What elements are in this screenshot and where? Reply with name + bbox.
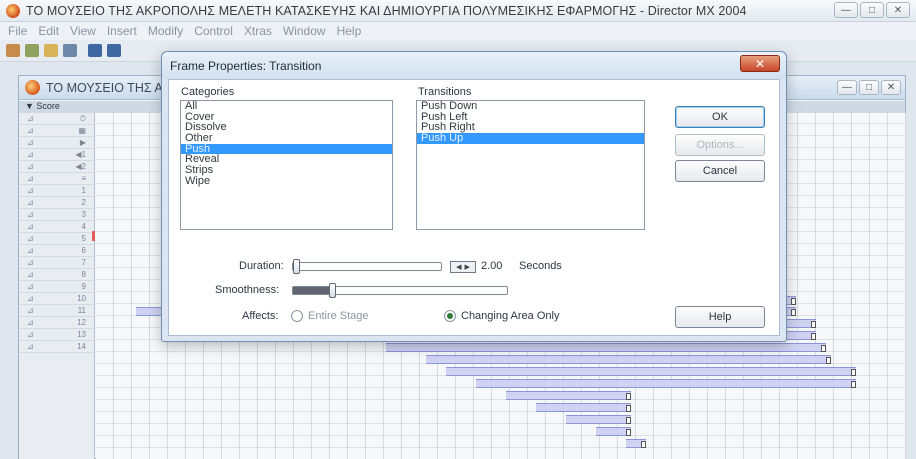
duration-slider[interactable]: [292, 259, 442, 274]
transitions-list[interactable]: Push Down Push Left Push Right Push Up: [416, 100, 645, 230]
score-maximize-button[interactable]: □: [859, 80, 879, 95]
smoothness-slider-fill: [293, 287, 332, 294]
smoothness-slider[interactable]: [292, 283, 508, 298]
menu-help[interactable]: Help: [337, 24, 362, 38]
close-button[interactable]: ✕: [886, 2, 910, 18]
category-item[interactable]: Strips: [181, 165, 392, 176]
menu-modify[interactable]: Modify: [148, 24, 183, 38]
menu-insert[interactable]: Insert: [107, 24, 137, 38]
score-channel[interactable]: ⊿ 10: [19, 293, 94, 305]
sprite-span[interactable]: [386, 343, 826, 352]
movie-icon: [25, 80, 40, 95]
playhead[interactable]: [92, 231, 95, 241]
transition-item[interactable]: Push Up: [417, 133, 644, 144]
new-movie-icon[interactable]: [6, 44, 20, 57]
help-button[interactable]: Help: [675, 306, 765, 328]
score-window-controls: — □ ✕: [837, 80, 901, 95]
director-app: ΤΟ ΜΟΥΣΕΙΟ ΤΗΣ ΑΚΡΟΠΟΛΗΣ ΜΕΛΕΤΗ ΚΑΤΑΣΚΕΥ…: [0, 0, 916, 459]
score-channel[interactable]: ⊿ 9: [19, 281, 94, 293]
save-icon[interactable]: [88, 44, 102, 57]
sprite-span[interactable]: [536, 403, 631, 412]
smoothness-slider-thumb[interactable]: [329, 283, 336, 298]
score-channel[interactable]: ⊿ ▶: [19, 137, 94, 149]
sprite-span[interactable]: [426, 355, 831, 364]
duration-value: 2.00: [481, 260, 503, 272]
entire-stage-radio[interactable]: [291, 310, 303, 322]
sprite-span[interactable]: [476, 379, 856, 388]
score-title: ΤΟ ΜΟΥΣΕΙΟ ΤΗΣ Α: [46, 80, 163, 95]
sprite-span[interactable]: [506, 391, 631, 400]
minimize-button[interactable]: —: [834, 2, 858, 18]
window-controls: — □ ✕: [834, 2, 910, 18]
score-channel[interactable]: ⊿ 8: [19, 269, 94, 281]
frame-properties-dialog: Frame Properties: Transition ✕ Categorie…: [161, 51, 787, 342]
new-cast-icon[interactable]: [25, 44, 39, 57]
score-minimize-button[interactable]: —: [837, 80, 857, 95]
duration-label: Duration:: [239, 260, 284, 272]
score-channel[interactable]: ⊿ ◀2: [19, 161, 94, 173]
score-channel[interactable]: ⊿ 14: [19, 341, 94, 353]
open-icon[interactable]: [44, 44, 58, 57]
cancel-button[interactable]: Cancel: [675, 160, 765, 182]
duration-slider-thumb[interactable]: [293, 259, 300, 274]
duration-stepper[interactable]: ◀ ▶: [450, 261, 476, 273]
app-title: ΤΟ ΜΟΥΣΕΙΟ ΤΗΣ ΑΚΡΟΠΟΛΗΣ ΜΕΛΕΤΗ ΚΑΤΑΣΚΕΥ…: [26, 3, 747, 18]
dialog-body: Categories All Cover Dissolve Other Push Reve…: [168, 79, 780, 336]
score-channel[interactable]: ⊿ 7: [19, 257, 94, 269]
ok-button[interactable]: OK: [675, 106, 765, 128]
sprite-span[interactable]: [446, 367, 856, 376]
menu-edit[interactable]: Edit: [38, 24, 59, 38]
changing-area-only-radio[interactable]: [444, 310, 456, 322]
category-item[interactable]: Wipe: [181, 175, 392, 187]
import-icon[interactable]: [63, 44, 77, 57]
score-channel[interactable]: ⊿ ≡: [19, 173, 94, 185]
dialog-title: Frame Properties: Transition: [162, 52, 786, 79]
menu-xtras[interactable]: Xtras: [244, 24, 272, 38]
score-channel[interactable]: ⊿ ⏱: [19, 113, 94, 125]
decrease-arrow-icon[interactable]: ◀: [456, 263, 461, 271]
score-channel[interactable]: ⊿ 3: [19, 209, 94, 221]
score-channel[interactable]: ⊿ ◀1: [19, 149, 94, 161]
score-channel[interactable]: ⊿ 6: [19, 245, 94, 257]
category-item[interactable]: Other: [181, 133, 392, 144]
score-channel[interactable]: ⊿ 2: [19, 197, 94, 209]
sprite-span[interactable]: [626, 439, 646, 448]
duration-unit: Seconds: [519, 260, 562, 272]
menu-control[interactable]: Control: [194, 24, 233, 38]
score-close-button[interactable]: ✕: [881, 80, 901, 95]
increase-arrow-icon[interactable]: ▶: [465, 263, 470, 271]
score-channel[interactable]: ⊿ ▦: [19, 125, 94, 137]
categories-list[interactable]: All Cover Dissolve Other Push Reveal Strips Wip…: [180, 100, 393, 230]
director-logo-icon: [6, 3, 20, 18]
score-channel[interactable]: ⊿ 5: [19, 233, 94, 245]
app-title-bar: ΤΟ ΜΟΥΣΕΙΟ ΤΗΣ ΑΚΡΟΠΟΛΗΣ ΜΕΛΕΤΗ ΚΑΤΑΣΚΕΥ…: [0, 0, 916, 22]
transitions-label: Transitions: [418, 86, 472, 98]
score-channel[interactable]: ⊿ 1: [19, 185, 94, 197]
changing-area-only-label[interactable]: Changing Area Only: [461, 310, 559, 322]
entire-stage-label[interactable]: Entire Stage: [308, 310, 369, 322]
sprite-span[interactable]: [596, 427, 631, 436]
menu-view[interactable]: View: [70, 24, 96, 38]
menu-window[interactable]: Window: [283, 24, 326, 38]
sprite-span[interactable]: [566, 415, 631, 424]
categories-label: Categories: [181, 86, 235, 98]
affects-label: Affects:: [242, 310, 279, 322]
maximize-button[interactable]: □: [860, 2, 884, 18]
options-button[interactable]: Options...: [675, 134, 765, 156]
smoothness-label: Smoothness:: [215, 284, 280, 296]
score-channel[interactable]: ⊿ 12: [19, 317, 94, 329]
channel-list: ⊿ ⏱ ⊿ ▦ ⊿ ▶ ⊿ ◀1 ⊿ ◀2 ⊿ ≡ ⊿ 1 ⊿ 2 ⊿ 3 ⊿ 4 ⊿ 5 ⊿ 6 ⊿ 7 ⊿ 8 ⊿ 9 ⊿ 10 ⊿ 11 ⊿ 1…: [19, 113, 95, 459]
save-all-icon[interactable]: [107, 44, 121, 57]
score-channel[interactable]: ⊿ 4: [19, 221, 94, 233]
score-channel[interactable]: ⊿ 13: [19, 329, 94, 341]
dialog-close-button[interactable]: ✕: [740, 55, 780, 72]
score-channel[interactable]: ⊿ 11: [19, 305, 94, 317]
menu-bar: File Edit View Insert Modify Control Xtr…: [0, 22, 916, 40]
menu-file[interactable]: File: [8, 24, 27, 38]
